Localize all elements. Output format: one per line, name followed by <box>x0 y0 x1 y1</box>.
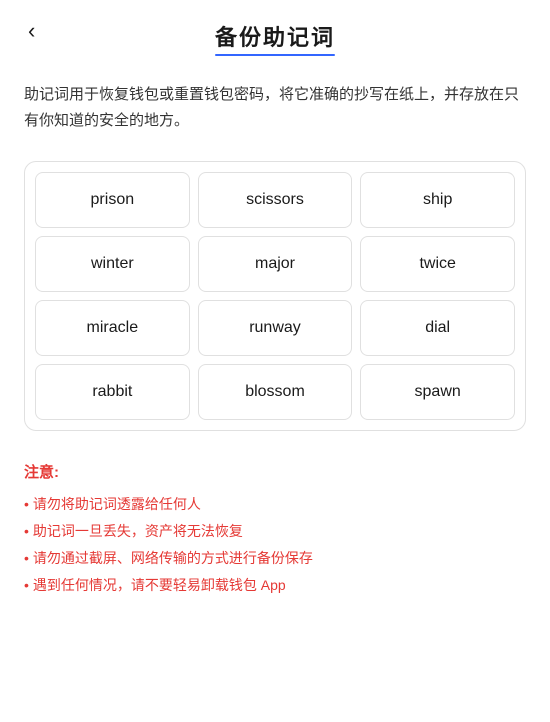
notice-items: •请勿将助记词透露给任何人•助记词一旦丢失，资产将无法恢复•请勿通过截屏、网络传… <box>24 492 526 599</box>
mnemonic-grid-container: prisonscissorsship wintermajortwice miracl… <box>24 161 526 431</box>
notice-item: •遇到任何情况，请不要轻易卸载钱包 App <box>24 573 526 598</box>
notice-item-text: 助记词一旦丢失，资产将无法恢复 <box>33 519 243 544</box>
mnemonic-word[interactable]: dial <box>360 300 515 356</box>
back-button[interactable]: ‹ <box>20 16 43 46</box>
notice-bullet: • <box>24 519 29 544</box>
header-title-wrapper: 备份助记词 <box>215 20 335 52</box>
description-text: 助记词用于恢复钱包或重置钱包密码，将它准确的抄写在纸上，并存放在只有你知道的安全… <box>0 62 550 151</box>
mnemonic-word[interactable]: major <box>198 236 353 292</box>
mnemonic-word[interactable]: runway <box>198 300 353 356</box>
notice-bullet: • <box>24 573 29 598</box>
mnemonic-grid: prisonscissorsship wintermajortwice miracl… <box>35 172 515 420</box>
notice-item: •请勿将助记词透露给任何人 <box>24 492 526 517</box>
title-underline <box>215 54 335 56</box>
header: ‹ 备份助记词 <box>0 0 550 62</box>
back-icon: ‹ <box>28 18 35 43</box>
mnemonic-word[interactable]: ship <box>360 172 515 228</box>
mnemonic-word[interactable]: blossom <box>198 364 353 420</box>
notice-item-text: 遇到任何情况，请不要轻易卸载钱包 App <box>33 573 286 598</box>
notice-bullet: • <box>24 492 29 517</box>
notice-item: •请勿通过截屏、网络传输的方式进行备份保存 <box>24 546 526 571</box>
mnemonic-word[interactable]: miracle <box>35 300 190 356</box>
notice-title: 注意: <box>24 461 526 482</box>
mnemonic-word[interactable]: prison <box>35 172 190 228</box>
mnemonic-word[interactable]: scissors <box>198 172 353 228</box>
mnemonic-word[interactable]: rabbit <box>35 364 190 420</box>
notice-item-text: 请勿将助记词透露给任何人 <box>33 492 201 517</box>
notice-item: •助记词一旦丢失，资产将无法恢复 <box>24 519 526 544</box>
page-title: 备份助记词 <box>215 25 335 50</box>
notice-bullet: • <box>24 546 29 571</box>
mnemonic-word[interactable]: winter <box>35 236 190 292</box>
mnemonic-word[interactable]: twice <box>360 236 515 292</box>
notice-section: 注意: •请勿将助记词透露给任何人•助记词一旦丢失，资产将无法恢复•请勿通过截屏… <box>0 451 550 625</box>
mnemonic-word[interactable]: spawn <box>360 364 515 420</box>
notice-item-text: 请勿通过截屏、网络传输的方式进行备份保存 <box>33 546 313 571</box>
